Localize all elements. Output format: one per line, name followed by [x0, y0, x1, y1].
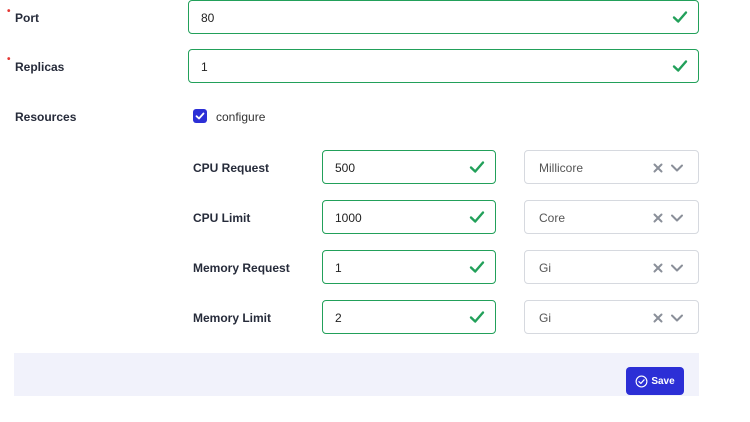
cpu-limit-label: CPU Limit	[193, 211, 251, 225]
resources-label: Resources	[15, 110, 77, 124]
memory-request-unit-select[interactable]: Gi	[524, 250, 699, 284]
close-icon[interactable]	[652, 162, 664, 174]
configure-checkbox-label[interactable]: configure	[216, 110, 265, 124]
check-icon	[469, 311, 485, 323]
close-icon[interactable]	[652, 262, 664, 274]
cpu-limit-value: 1000	[335, 211, 362, 225]
save-button[interactable]: Save	[626, 367, 684, 395]
cpu-limit-unit-select[interactable]: Core	[524, 200, 699, 234]
save-button-label: Save	[651, 375, 675, 387]
check-icon	[672, 11, 688, 23]
form-footer	[14, 353, 699, 396]
memory-limit-input[interactable]: 2	[322, 300, 496, 334]
cpu-request-label: CPU Request	[193, 161, 270, 175]
configure-checkbox[interactable]	[193, 109, 207, 123]
check-icon	[469, 261, 485, 273]
close-icon[interactable]	[652, 212, 664, 224]
port-label: Port	[15, 11, 39, 25]
cpu-request-unit-select[interactable]: Millicore	[524, 150, 699, 184]
check-icon	[469, 211, 485, 223]
replicas-input[interactable]: 1	[188, 49, 699, 83]
required-marker: •	[7, 54, 11, 65]
memory-limit-value: 2	[335, 311, 342, 325]
memory-request-unit: Gi	[539, 261, 551, 275]
cpu-request-unit: Millicore	[539, 161, 584, 175]
memory-limit-unit-select[interactable]: Gi	[524, 300, 699, 334]
close-icon[interactable]	[652, 312, 664, 324]
port-input[interactable]: 80	[188, 0, 699, 34]
required-marker: •	[7, 6, 11, 17]
chevron-down-icon[interactable]	[670, 313, 684, 323]
memory-request-input[interactable]: 1	[322, 250, 496, 284]
memory-limit-label: Memory Limit	[193, 311, 272, 325]
memory-request-value: 1	[335, 261, 342, 275]
check-circle-icon	[635, 375, 648, 387]
cpu-request-value: 500	[335, 161, 356, 175]
port-value: 80	[201, 11, 215, 25]
cpu-limit-input[interactable]: 1000	[322, 200, 496, 234]
checkmark-icon	[195, 112, 205, 120]
chevron-down-icon[interactable]	[670, 213, 684, 223]
memory-request-label: Memory Request	[193, 261, 290, 275]
replicas-label: Replicas	[15, 60, 65, 74]
check-icon	[469, 161, 485, 173]
memory-limit-unit: Gi	[539, 311, 551, 325]
check-icon	[672, 60, 688, 72]
cpu-limit-unit: Core	[539, 211, 566, 225]
chevron-down-icon[interactable]	[670, 163, 684, 173]
replicas-value: 1	[201, 60, 208, 74]
cpu-request-input[interactable]: 500	[322, 150, 496, 184]
chevron-down-icon[interactable]	[670, 263, 684, 273]
